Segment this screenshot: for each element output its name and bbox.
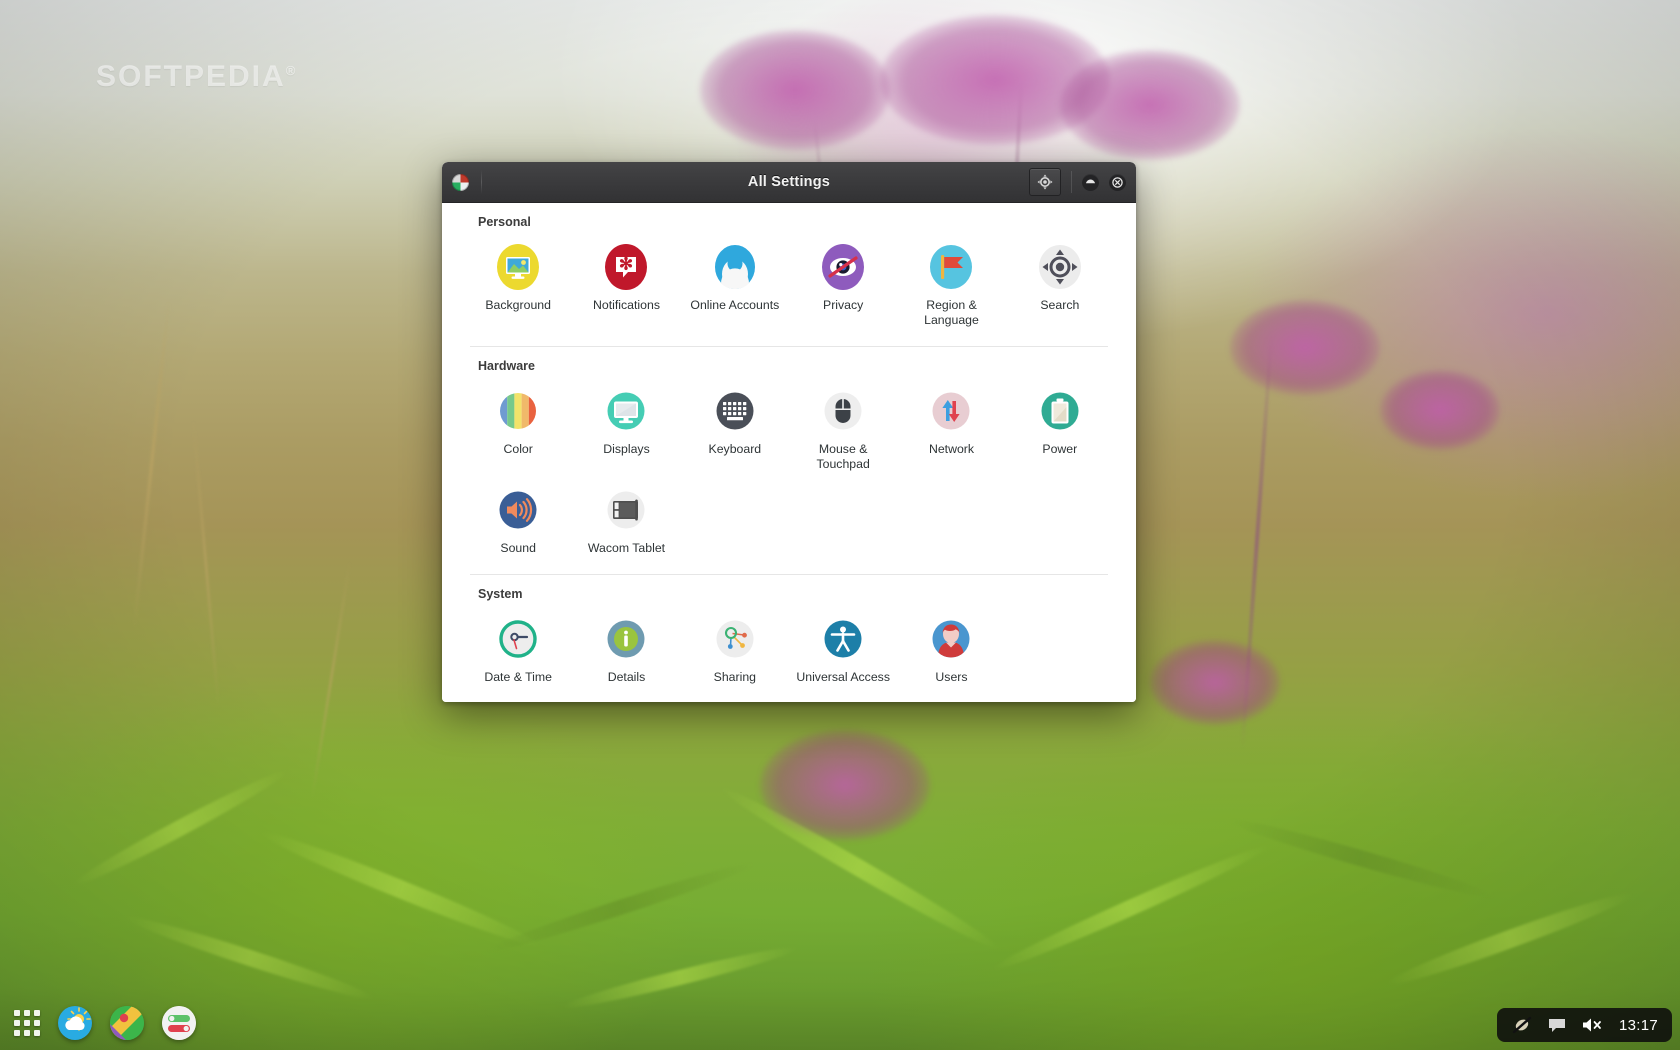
titlebar-control-divider	[1071, 171, 1072, 193]
settings-tile-sound[interactable]: Sound	[464, 478, 572, 562]
network-icon	[927, 387, 975, 435]
personal-grid: Background ✻ Notifications Online Accoun…	[464, 231, 1114, 340]
settings-tile-details[interactable]: Details	[572, 607, 680, 691]
search-icon[interactable]	[1029, 168, 1061, 196]
settings-tile-universal-access[interactable]: Universal Access	[789, 607, 897, 691]
settings-tile-label: Mouse & Touchpad	[816, 442, 870, 471]
settings-tile-search[interactable]: Search	[1006, 235, 1114, 334]
settings-tile-region-language[interactable]: Region & Language	[897, 235, 1005, 334]
background-icon	[494, 243, 542, 291]
section-title-hardware: Hardware	[478, 359, 535, 373]
settings-tile-label: Region & Language	[924, 298, 979, 327]
system-tray: 13:17	[1496, 1008, 1672, 1042]
settings-content: Personal Background ✻ Notifications Onli…	[442, 203, 1136, 702]
system-grid: Date & Time Details Sharing Universal Ac…	[464, 603, 1114, 697]
sharing-icon	[711, 615, 759, 663]
users-icon	[927, 615, 975, 663]
settings-tile-color[interactable]: Color	[464, 379, 572, 478]
settings-tile-label: Privacy	[823, 298, 864, 312]
taskbar-launcher	[0, 1006, 210, 1050]
keyboard-icon	[711, 387, 759, 435]
section-title-system: System	[478, 587, 523, 601]
window-titlebar[interactable]: All Settings	[442, 162, 1136, 203]
settings-tile-label: Notifications	[593, 298, 660, 312]
settings-tile-label: Sharing	[713, 670, 757, 684]
power-icon	[1036, 387, 1084, 435]
weather-launcher-icon[interactable]	[58, 1006, 92, 1040]
desktop: SOFTPEDIA® All Settings Personal Backgro…	[0, 0, 1680, 1050]
watermark-sup: ®	[285, 63, 298, 78]
settings-tile-sharing[interactable]: Sharing	[681, 607, 789, 691]
settings-tile-background[interactable]: Background	[464, 235, 572, 334]
mouse-touchpad-icon	[819, 387, 867, 435]
displays-icon	[602, 387, 650, 435]
settings-tile-label: Power	[1042, 442, 1078, 456]
settings-tile-privacy[interactable]: Privacy	[789, 235, 897, 334]
maps-launcher-icon[interactable]	[110, 1006, 144, 1040]
online-accounts-icon	[711, 243, 759, 291]
tray-clock[interactable]: 13:17	[1619, 1017, 1658, 1034]
sound-icon	[494, 486, 542, 534]
apps-grid-icon[interactable]	[14, 1010, 40, 1036]
settings-tile-label: Search	[1040, 298, 1080, 312]
settings-tile-date-time[interactable]: Date & Time	[464, 607, 572, 691]
hardware-grid: Color Displays Keyboard Mouse & Touchpad…	[464, 375, 1114, 568]
settings-tile-power[interactable]: Power	[1006, 379, 1114, 478]
settings-tile-label: Universal Access	[796, 670, 890, 684]
titlebar-controls	[1029, 168, 1136, 196]
settings-tile-online-accounts[interactable]: Online Accounts	[681, 235, 789, 334]
softpedia-watermark: SOFTPEDIA®	[96, 60, 297, 94]
permissions-launcher-icon[interactable]	[162, 1006, 196, 1040]
settings-tile-label: Users	[935, 670, 968, 684]
settings-tile-wacom-tablet[interactable]: Wacom Tablet	[572, 478, 680, 562]
settings-tile-keyboard[interactable]: Keyboard	[681, 379, 789, 478]
settings-tile-mouse-touchpad[interactable]: Mouse & Touchpad	[789, 379, 897, 478]
minimize-icon[interactable]	[1082, 173, 1099, 191]
settings-tile-users[interactable]: Users	[897, 607, 1005, 691]
wacom-tablet-icon	[602, 486, 650, 534]
settings-tile-label: Details	[607, 670, 646, 684]
section-title-personal: Personal	[478, 215, 531, 229]
settings-tile-label: Color	[503, 442, 533, 456]
settings-tile-label: Displays	[603, 442, 650, 456]
watermark-text: SOFTPEDIA	[96, 60, 286, 93]
settings-tile-notifications[interactable]: ✻ Notifications	[572, 235, 680, 334]
titlebar-separator	[481, 170, 482, 194]
settings-tile-label: Date & Time	[484, 670, 552, 684]
network-disconnected-icon[interactable]	[1511, 1015, 1533, 1035]
privacy-icon	[819, 243, 867, 291]
settings-tile-label: Network	[928, 442, 975, 456]
color-icon	[494, 387, 542, 435]
notifications-icon: ✻	[602, 243, 650, 291]
svg-text:✻: ✻	[619, 255, 633, 274]
volume-muted-icon[interactable]	[1581, 1016, 1605, 1034]
region-language-icon	[927, 243, 975, 291]
date-time-icon	[494, 615, 542, 663]
settings-tile-label: Keyboard	[708, 442, 762, 456]
app-menu-icon[interactable]	[452, 173, 469, 191]
settings-tile-label: Background	[485, 298, 551, 312]
titlebar-left	[442, 170, 482, 194]
details-icon	[602, 615, 650, 663]
settings-tile-network[interactable]: Network	[897, 379, 1005, 478]
search-settings-icon	[1036, 243, 1084, 291]
universal-access-icon	[819, 615, 867, 663]
close-icon[interactable]	[1109, 173, 1126, 191]
settings-tile-displays[interactable]: Displays	[572, 379, 680, 478]
settings-tile-label: Online Accounts	[690, 298, 780, 312]
all-settings-window: All Settings Personal Background ✻ Notif…	[442, 162, 1136, 702]
settings-tile-label: Wacom Tablet	[587, 541, 666, 555]
settings-tile-label: Sound	[500, 541, 536, 555]
messages-icon[interactable]	[1547, 1016, 1567, 1034]
